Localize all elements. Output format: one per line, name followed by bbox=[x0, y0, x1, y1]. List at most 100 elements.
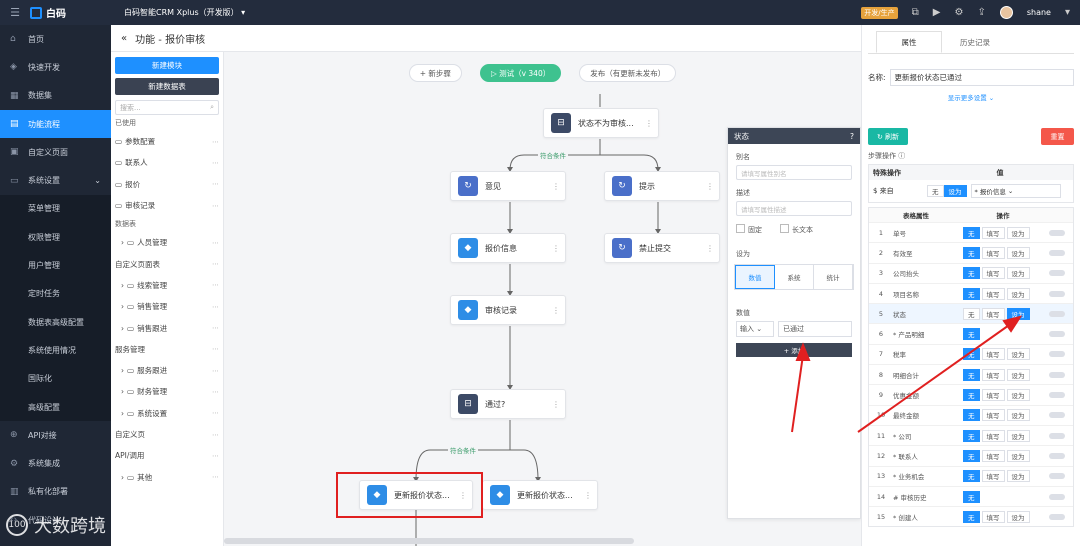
op-chip[interactable]: 填写 bbox=[981, 267, 1005, 280]
more-icon[interactable]: ⋮ bbox=[552, 306, 560, 315]
more-icon[interactable]: ⋮ bbox=[552, 182, 560, 191]
sync-icon[interactable]: ⚙ bbox=[954, 7, 963, 18]
row-toggle[interactable] bbox=[1049, 229, 1065, 236]
upload-icon[interactable]: ⇪ bbox=[977, 7, 985, 18]
flow-node-opinion[interactable]: ↻ 意见 ⋮ bbox=[450, 171, 566, 201]
play-icon[interactable]: ▶ bbox=[933, 7, 941, 18]
op-chip[interactable]: 无 bbox=[963, 409, 980, 422]
row-toggle[interactable] bbox=[1049, 310, 1065, 317]
op-chip[interactable]: 无 bbox=[963, 368, 980, 381]
op-chip[interactable]: 无 bbox=[963, 287, 980, 300]
more-icon[interactable]: ⋯ bbox=[212, 138, 219, 146]
more-icon[interactable]: ⋯ bbox=[212, 452, 219, 460]
more-icon[interactable]: ⋯ bbox=[212, 409, 219, 417]
op-chip[interactable]: 填写 bbox=[981, 470, 1005, 483]
op-chip[interactable]: 无 bbox=[963, 510, 980, 523]
op-chip[interactable]: 无 bbox=[963, 389, 980, 402]
used-item[interactable]: ▭ 联系人 ⋯ bbox=[115, 152, 219, 173]
row-toggle[interactable] bbox=[1049, 473, 1065, 480]
more-icon[interactable]: ⋮ bbox=[706, 182, 714, 191]
row-toggle[interactable] bbox=[1049, 270, 1065, 277]
more-icon[interactable]: ⋯ bbox=[212, 202, 219, 210]
op-chip[interactable]: 无 bbox=[963, 246, 980, 259]
nav-subitem[interactable]: 数据表高级配置 bbox=[0, 307, 111, 337]
nav-subitem[interactable]: 权限管理 bbox=[0, 223, 111, 252]
nav-item-custom-page[interactable]: ▣ 自定义页面 bbox=[0, 138, 111, 166]
used-item[interactable]: ▭ 报价 ⋯ bbox=[115, 174, 219, 195]
add-button[interactable]: + 添加 bbox=[736, 343, 852, 357]
nav-subitem[interactable]: 定时任务 bbox=[0, 279, 111, 308]
op-chip[interactable]: 设为 bbox=[1006, 226, 1030, 239]
used-item[interactable]: ▭ 参数配置 ⋯ bbox=[115, 131, 219, 152]
row-toggle[interactable] bbox=[1049, 331, 1065, 338]
row-toggle[interactable] bbox=[1049, 392, 1065, 399]
nav-item-integration[interactable]: ⚙ 系统集成 bbox=[0, 449, 111, 477]
table-item[interactable]: 自定义页面表 ⋯ bbox=[115, 253, 219, 274]
table-item[interactable]: › ▭ 财务管理 ⋯ bbox=[115, 381, 219, 402]
table-item[interactable]: API/调用 ⋯ bbox=[115, 445, 219, 466]
op-chip[interactable]: 无 bbox=[963, 470, 980, 483]
seg-stat[interactable]: 统计 bbox=[814, 265, 853, 289]
op-chip[interactable]: 设为 bbox=[1006, 287, 1030, 300]
op-chip[interactable]: 无 bbox=[963, 490, 980, 503]
chevron-down-icon[interactable]: ▾ bbox=[1065, 7, 1070, 18]
more-icon[interactable]: ⋯ bbox=[212, 388, 219, 396]
op-chip[interactable]: 设为 bbox=[1006, 470, 1030, 483]
nav-item-dataset[interactable]: ▦ 数据集 bbox=[0, 82, 111, 110]
op-chip[interactable]: 无 bbox=[963, 348, 980, 361]
more-icon[interactable]: ⋯ bbox=[212, 367, 219, 375]
op-chip[interactable]: 填写 bbox=[981, 409, 1005, 422]
nav-item-settings[interactable]: ▭ 系统设置 ⌄ bbox=[0, 166, 111, 194]
refresh-button[interactable]: ↻ 刷新 bbox=[868, 128, 908, 145]
nav-subitem[interactable]: 高级配置 bbox=[0, 392, 111, 422]
op-chip[interactable]: 填写 bbox=[981, 287, 1005, 300]
table-item[interactable]: › ▭ 销售管理 ⋯ bbox=[115, 296, 219, 317]
app-logo[interactable]: 白码 bbox=[30, 5, 120, 20]
op-chip[interactable]: 设为 bbox=[1006, 429, 1030, 442]
fixed-checkbox[interactable]: 固定 bbox=[736, 224, 762, 235]
more-icon[interactable]: ⋯ bbox=[212, 303, 219, 311]
table-item[interactable]: › ▭ 其他 ⋯ bbox=[115, 466, 219, 487]
more-icon[interactable]: ⋮ bbox=[645, 119, 653, 128]
op-chip[interactable]: 填写 bbox=[981, 246, 1005, 259]
op-chip[interactable]: 设为 bbox=[1006, 368, 1030, 381]
nav-item-private-deploy[interactable]: ▥ 私有化部署 bbox=[0, 478, 111, 506]
seg-value[interactable]: 数值 bbox=[735, 265, 775, 289]
op-chip[interactable]: 填写 bbox=[981, 226, 1005, 239]
more-icon[interactable]: ⋮ bbox=[552, 244, 560, 253]
table-item[interactable]: 服务管理 ⋯ bbox=[115, 339, 219, 360]
row-toggle[interactable] bbox=[1049, 249, 1065, 256]
op-chip[interactable]: 填写 bbox=[981, 348, 1005, 361]
op-chip[interactable]: 设为 bbox=[1006, 307, 1030, 320]
more-icon[interactable]: ⋮ bbox=[706, 244, 714, 253]
input-mode-select[interactable]: 输入 ⌄ bbox=[736, 321, 774, 337]
more-icon[interactable]: ⋯ bbox=[212, 159, 219, 167]
nav-item-quick-dev[interactable]: ◈ 快速开发 bbox=[0, 53, 111, 81]
flow-node-prompt[interactable]: ↻ 提示 ⋮ bbox=[604, 171, 720, 201]
new-module-button[interactable]: 新建模块 bbox=[115, 57, 219, 74]
more-icon[interactable]: ⋯ bbox=[212, 345, 219, 353]
flow-node-update-status-2[interactable]: ◆ 更新报价状态... ⋮ bbox=[482, 480, 598, 510]
op-chip[interactable]: 填写 bbox=[981, 510, 1005, 523]
row-toggle[interactable] bbox=[1049, 351, 1065, 358]
more-icon[interactable]: ⋯ bbox=[212, 431, 219, 439]
op-chip[interactable]: 填写 bbox=[981, 307, 1005, 320]
name-input[interactable]: 更新报价状态已通过 bbox=[889, 69, 1074, 86]
table-item[interactable]: › ▭ 销售跟进 ⋯ bbox=[115, 317, 219, 338]
table-item[interactable]: 自定义页 ⋯ bbox=[115, 424, 219, 445]
op-chip[interactable]: 无 bbox=[963, 328, 980, 341]
row-toggle[interactable] bbox=[1049, 432, 1065, 439]
avatar[interactable] bbox=[999, 6, 1013, 19]
row-toggle[interactable] bbox=[1049, 452, 1065, 459]
value-input[interactable]: 已通过 bbox=[778, 321, 852, 337]
table-item[interactable]: › ▭ 服务跟进 ⋯ bbox=[115, 360, 219, 381]
op-chip[interactable]: 无 bbox=[963, 267, 980, 280]
op-chip[interactable]: 无 bbox=[963, 226, 980, 239]
op-set-chip[interactable]: 设为 bbox=[943, 185, 967, 197]
nav-item-home[interactable]: ⌂ 首页 bbox=[0, 25, 111, 53]
menu-toggle-icon[interactable]: ☰ bbox=[0, 6, 30, 19]
row-toggle[interactable] bbox=[1049, 371, 1065, 378]
search-input[interactable]: 搜索... ⌕ bbox=[115, 100, 219, 115]
op-chip[interactable]: 设为 bbox=[1006, 510, 1030, 523]
op-chip[interactable]: 无 bbox=[963, 449, 980, 462]
